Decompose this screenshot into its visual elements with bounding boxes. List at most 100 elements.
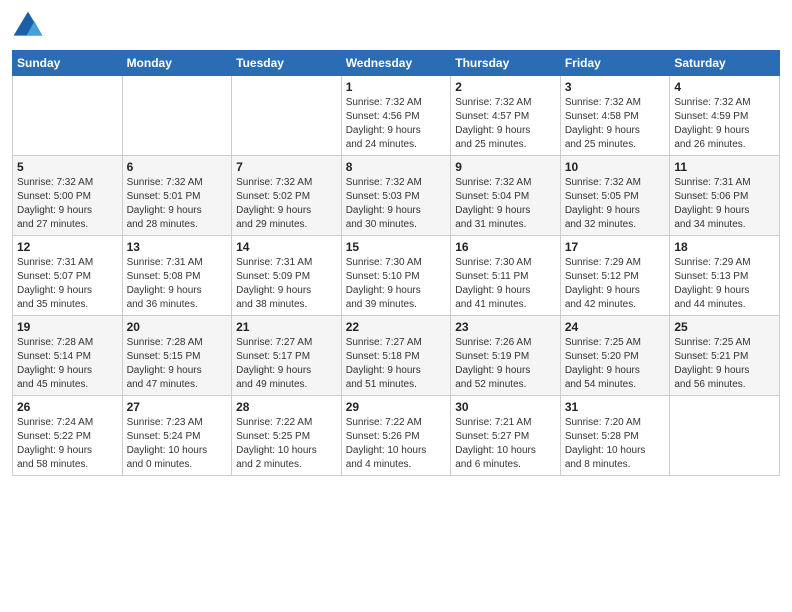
day-number: 16 (455, 240, 556, 254)
day-info: Sunrise: 7:23 AM Sunset: 5:24 PM Dayligh… (127, 416, 228, 472)
calendar-cell (13, 76, 123, 156)
day-info: Sunrise: 7:31 AM Sunset: 5:06 PM Dayligh… (674, 176, 775, 232)
calendar-week-row: 26 Sunrise: 7:24 AM Sunset: 5:22 PM Dayli… (13, 396, 780, 476)
calendar-cell: 15 Sunrise: 7:30 AM Sunset: 5:10 PM Dayli… (341, 236, 451, 316)
day-number: 13 (127, 240, 228, 254)
calendar-cell: 21 Sunrise: 7:27 AM Sunset: 5:17 PM Dayli… (232, 316, 342, 396)
day-info: Sunrise: 7:30 AM Sunset: 5:10 PM Dayligh… (346, 256, 447, 312)
day-info: Sunrise: 7:27 AM Sunset: 5:17 PM Dayligh… (236, 336, 337, 392)
day-number: 21 (236, 320, 337, 334)
day-info: Sunrise: 7:25 AM Sunset: 5:20 PM Dayligh… (565, 336, 666, 392)
day-number: 15 (346, 240, 447, 254)
calendar-cell: 27Sunrise: 7:23 AM Sunset: 5:24 PM Dayli… (122, 396, 232, 476)
day-info: Sunrise: 7:27 AM Sunset: 5:18 PM Dayligh… (346, 336, 447, 392)
calendar-cell: 4 Sunrise: 7:32 AM Sunset: 4:59 PM Daylig… (670, 76, 780, 156)
day-info: Sunrise: 7:30 AM Sunset: 5:11 PM Dayligh… (455, 256, 556, 312)
day-number: 17 (565, 240, 666, 254)
calendar-cell: 22 Sunrise: 7:27 AM Sunset: 5:18 PM Dayli… (341, 316, 451, 396)
day-number: 23 (455, 320, 556, 334)
day-number: 9 (455, 160, 556, 174)
calendar-cell: 1Sunrise: 7:32 AM Sunset: 4:56 PM Daylig… (341, 76, 451, 156)
day-info: Sunrise: 7:32 AM Sunset: 4:56 PM Dayligh… (346, 96, 447, 152)
day-number: 30 (455, 400, 556, 414)
calendar-cell: 23 Sunrise: 7:26 AM Sunset: 5:19 PM Dayli… (451, 316, 561, 396)
weekday-header: Friday (560, 51, 670, 76)
day-info: Sunrise: 7:31 AM Sunset: 5:09 PM Dayligh… (236, 256, 337, 312)
day-number: 3 (565, 80, 666, 94)
logo (12, 10, 48, 42)
calendar-cell: 13 Sunrise: 7:31 AM Sunset: 5:08 PM Dayli… (122, 236, 232, 316)
calendar-week-row: 5 Sunrise: 7:32 AM Sunset: 5:00 PM Daylig… (13, 156, 780, 236)
day-number: 22 (346, 320, 447, 334)
calendar-cell: 30 Sunrise: 7:21 AM Sunset: 5:27 PM Dayli… (451, 396, 561, 476)
day-number: 6 (127, 160, 228, 174)
day-info: Sunrise: 7:22 AM Sunset: 5:25 PM Dayligh… (236, 416, 337, 472)
header (12, 10, 780, 42)
day-info: Sunrise: 7:22 AM Sunset: 5:26 PM Dayligh… (346, 416, 447, 472)
day-number: 29 (346, 400, 447, 414)
calendar-cell (122, 76, 232, 156)
weekday-header: Sunday (13, 51, 123, 76)
day-info: Sunrise: 7:25 AM Sunset: 5:21 PM Dayligh… (674, 336, 775, 392)
day-info: Sunrise: 7:32 AM Sunset: 5:01 PM Dayligh… (127, 176, 228, 232)
day-number: 18 (674, 240, 775, 254)
day-info: Sunrise: 7:24 AM Sunset: 5:22 PM Dayligh… (17, 416, 118, 472)
day-info: Sunrise: 7:26 AM Sunset: 5:19 PM Dayligh… (455, 336, 556, 392)
calendar-cell: 9Sunrise: 7:32 AM Sunset: 5:04 PM Daylig… (451, 156, 561, 236)
calendar-cell: 26 Sunrise: 7:24 AM Sunset: 5:22 PM Dayli… (13, 396, 123, 476)
day-info: Sunrise: 7:32 AM Sunset: 5:00 PM Dayligh… (17, 176, 118, 232)
calendar-cell: 12 Sunrise: 7:31 AM Sunset: 5:07 PM Dayli… (13, 236, 123, 316)
calendar-cell: 19 Sunrise: 7:28 AM Sunset: 5:14 PM Dayli… (13, 316, 123, 396)
day-info: Sunrise: 7:21 AM Sunset: 5:27 PM Dayligh… (455, 416, 556, 472)
weekday-header: Tuesday (232, 51, 342, 76)
calendar-cell: 29 Sunrise: 7:22 AM Sunset: 5:26 PM Dayli… (341, 396, 451, 476)
calendar-cell: 17 Sunrise: 7:29 AM Sunset: 5:12 PM Dayli… (560, 236, 670, 316)
calendar-cell: 18 Sunrise: 7:29 AM Sunset: 5:13 PM Dayli… (670, 236, 780, 316)
calendar-cell: 6 Sunrise: 7:32 AM Sunset: 5:01 PM Daylig… (122, 156, 232, 236)
calendar-cell: 11 Sunrise: 7:31 AM Sunset: 5:06 PM Dayli… (670, 156, 780, 236)
weekday-header: Monday (122, 51, 232, 76)
day-number: 5 (17, 160, 118, 174)
calendar-week-row: 1Sunrise: 7:32 AM Sunset: 4:56 PM Daylig… (13, 76, 780, 156)
calendar-cell: 20Sunrise: 7:28 AM Sunset: 5:15 PM Dayli… (122, 316, 232, 396)
day-info: Sunrise: 7:28 AM Sunset: 5:14 PM Dayligh… (17, 336, 118, 392)
day-number: 28 (236, 400, 337, 414)
day-number: 4 (674, 80, 775, 94)
calendar-cell: 2Sunrise: 7:32 AM Sunset: 4:57 PM Daylig… (451, 76, 561, 156)
calendar-cell: 10Sunrise: 7:32 AM Sunset: 5:05 PM Dayli… (560, 156, 670, 236)
calendar-week-row: 19 Sunrise: 7:28 AM Sunset: 5:14 PM Dayli… (13, 316, 780, 396)
weekday-header: Thursday (451, 51, 561, 76)
calendar-week-row: 12 Sunrise: 7:31 AM Sunset: 5:07 PM Dayli… (13, 236, 780, 316)
day-info: Sunrise: 7:32 AM Sunset: 4:59 PM Dayligh… (674, 96, 775, 152)
weekday-header: Wednesday (341, 51, 451, 76)
weekday-header: Saturday (670, 51, 780, 76)
calendar-cell: 28 Sunrise: 7:22 AM Sunset: 5:25 PM Dayli… (232, 396, 342, 476)
day-number: 25 (674, 320, 775, 334)
logo-icon (12, 10, 44, 42)
calendar-cell: 8Sunrise: 7:32 AM Sunset: 5:03 PM Daylig… (341, 156, 451, 236)
calendar-cell (670, 396, 780, 476)
calendar-cell: 16 Sunrise: 7:30 AM Sunset: 5:11 PM Dayli… (451, 236, 561, 316)
day-number: 7 (236, 160, 337, 174)
day-number: 24 (565, 320, 666, 334)
day-number: 8 (346, 160, 447, 174)
day-info: Sunrise: 7:31 AM Sunset: 5:07 PM Dayligh… (17, 256, 118, 312)
calendar-cell: 3Sunrise: 7:32 AM Sunset: 4:58 PM Daylig… (560, 76, 670, 156)
page-container: SundayMondayTuesdayWednesdayThursdayFrid… (0, 0, 792, 484)
day-number: 11 (674, 160, 775, 174)
day-info: Sunrise: 7:31 AM Sunset: 5:08 PM Dayligh… (127, 256, 228, 312)
day-info: Sunrise: 7:32 AM Sunset: 4:57 PM Dayligh… (455, 96, 556, 152)
day-info: Sunrise: 7:28 AM Sunset: 5:15 PM Dayligh… (127, 336, 228, 392)
calendar-cell: 31Sunrise: 7:20 AM Sunset: 5:28 PM Dayli… (560, 396, 670, 476)
day-number: 19 (17, 320, 118, 334)
calendar-cell (232, 76, 342, 156)
calendar-table: SundayMondayTuesdayWednesdayThursdayFrid… (12, 50, 780, 476)
day-info: Sunrise: 7:29 AM Sunset: 5:13 PM Dayligh… (674, 256, 775, 312)
day-number: 31 (565, 400, 666, 414)
day-number: 12 (17, 240, 118, 254)
calendar-cell: 24 Sunrise: 7:25 AM Sunset: 5:20 PM Dayli… (560, 316, 670, 396)
day-number: 26 (17, 400, 118, 414)
day-number: 14 (236, 240, 337, 254)
day-info: Sunrise: 7:29 AM Sunset: 5:12 PM Dayligh… (565, 256, 666, 312)
day-info: Sunrise: 7:32 AM Sunset: 5:05 PM Dayligh… (565, 176, 666, 232)
